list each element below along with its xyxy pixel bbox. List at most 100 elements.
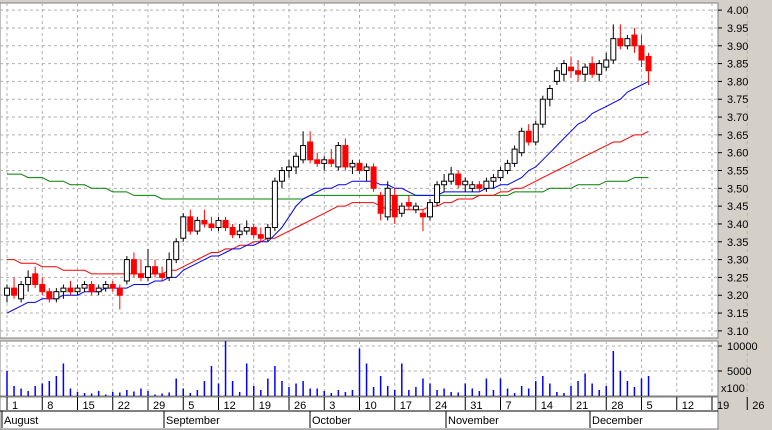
price-tick-label: 3.25 [727, 272, 748, 284]
candle-body-up [603, 59, 610, 68]
price-tick-label: 3.20 [727, 290, 748, 302]
candle-body-down [589, 63, 596, 75]
candle-body-down [328, 159, 335, 164]
price-tick-label: 3.85 [727, 59, 748, 71]
candle-body-down [257, 234, 264, 239]
candle-body-up [25, 276, 32, 286]
candlestick [427, 199, 433, 221]
candle-body-down [250, 227, 257, 236]
candle-body-down [391, 194, 398, 218]
month-label: October [312, 415, 351, 427]
candle-body-up [243, 227, 250, 232]
candle-body-up [264, 227, 271, 239]
candle-body-down [356, 162, 363, 172]
candle-body-down [67, 287, 74, 293]
candle-body-up [286, 166, 292, 172]
day-tick-label: 28 [611, 400, 623, 412]
candle-body-up [194, 219, 201, 232]
day-tick-label: 15 [83, 400, 95, 412]
candlestick [173, 238, 180, 264]
volume-tick-label: 10000 [727, 341, 758, 353]
day-tick-label: 5 [647, 400, 653, 412]
price-tick-label: 3.90 [727, 41, 748, 53]
candle-body-down [208, 223, 215, 229]
candle-body-up [278, 170, 285, 182]
price-tick-label: 3.35 [727, 237, 748, 249]
candle-body-down [11, 287, 18, 296]
price-tick-label: 3.70 [727, 112, 748, 124]
candle-body-up [271, 180, 278, 229]
candle-body-up [434, 184, 441, 204]
candle-body-down [137, 273, 144, 278]
day-tick-label: 26 [752, 400, 764, 412]
candle-body-up [60, 287, 67, 293]
day-tick-label: 17 [400, 400, 412, 412]
price-tick-label: 3.95 [727, 23, 748, 35]
day-tick-label: 12 [682, 400, 694, 412]
candle-body-down [229, 227, 236, 236]
candle-body-up [582, 66, 589, 75]
month-label: August [4, 415, 38, 427]
candle-body-up [462, 180, 469, 186]
candle-body-up [427, 202, 433, 218]
candle-body-up [180, 216, 187, 239]
candle-body-down [476, 184, 483, 189]
price-tick-label: 4.00 [727, 5, 748, 17]
candle-body-down [525, 130, 532, 143]
month-label: November [448, 415, 499, 427]
candle-body-up [145, 266, 151, 278]
candle-body-up [18, 284, 25, 300]
candle-body-up [469, 184, 476, 189]
candle-body-up [384, 187, 391, 218]
candle-body-up [624, 38, 631, 47]
candle-body-up [441, 180, 448, 186]
candle-body-down [342, 145, 349, 168]
candle-body-up [553, 70, 560, 82]
candle-body-down [187, 216, 194, 232]
day-tick-label: 26 [294, 400, 306, 412]
candle-body-up [95, 287, 102, 293]
day-tick-label: 5 [188, 400, 194, 412]
candle-body-down [377, 194, 384, 214]
candle-body-down [222, 219, 229, 229]
day-tick-label: 22 [118, 400, 130, 412]
candle-body-down [130, 259, 137, 275]
price-tick-label: 3.80 [727, 76, 748, 88]
candlestick [518, 127, 525, 157]
candle-body-up [215, 219, 222, 229]
day-tick-label: 14 [541, 400, 553, 412]
candle-body-up [81, 284, 88, 289]
month-label: September [166, 415, 220, 427]
candle-body-up [511, 148, 518, 164]
candle-body-up [560, 63, 567, 75]
candle-body-down [46, 291, 53, 300]
candle-body-up [497, 170, 504, 179]
candle-body-up [74, 287, 81, 293]
candlestick [370, 163, 377, 192]
candle-body-up [504, 162, 511, 172]
candle-body-up [483, 180, 490, 189]
candle-body-down [109, 284, 116, 289]
candle-body-down [419, 212, 426, 218]
candle-body-up [173, 241, 180, 261]
candle-body-up [596, 63, 603, 75]
price-tick-label: 3.15 [727, 308, 748, 320]
candle-body-up [363, 166, 370, 172]
candle-body-up [349, 162, 356, 168]
candle-body-up [448, 173, 455, 182]
candlestick [180, 213, 187, 242]
day-tick-label: 7 [506, 400, 512, 412]
candlestick [123, 256, 130, 285]
candle-body-up [321, 159, 328, 164]
candle-body-up [123, 259, 130, 282]
price-tick-label: 3.40 [727, 219, 748, 231]
candlestick [532, 120, 539, 146]
candle-body-down [32, 273, 39, 286]
candle-body-up [166, 259, 173, 278]
candlestick [511, 145, 518, 167]
volume-unit-label: x100 [721, 383, 745, 395]
candle-body-down [314, 159, 321, 164]
candle-body-down [201, 219, 208, 225]
candle-body-down [307, 141, 314, 161]
candle-body-down [568, 66, 574, 72]
